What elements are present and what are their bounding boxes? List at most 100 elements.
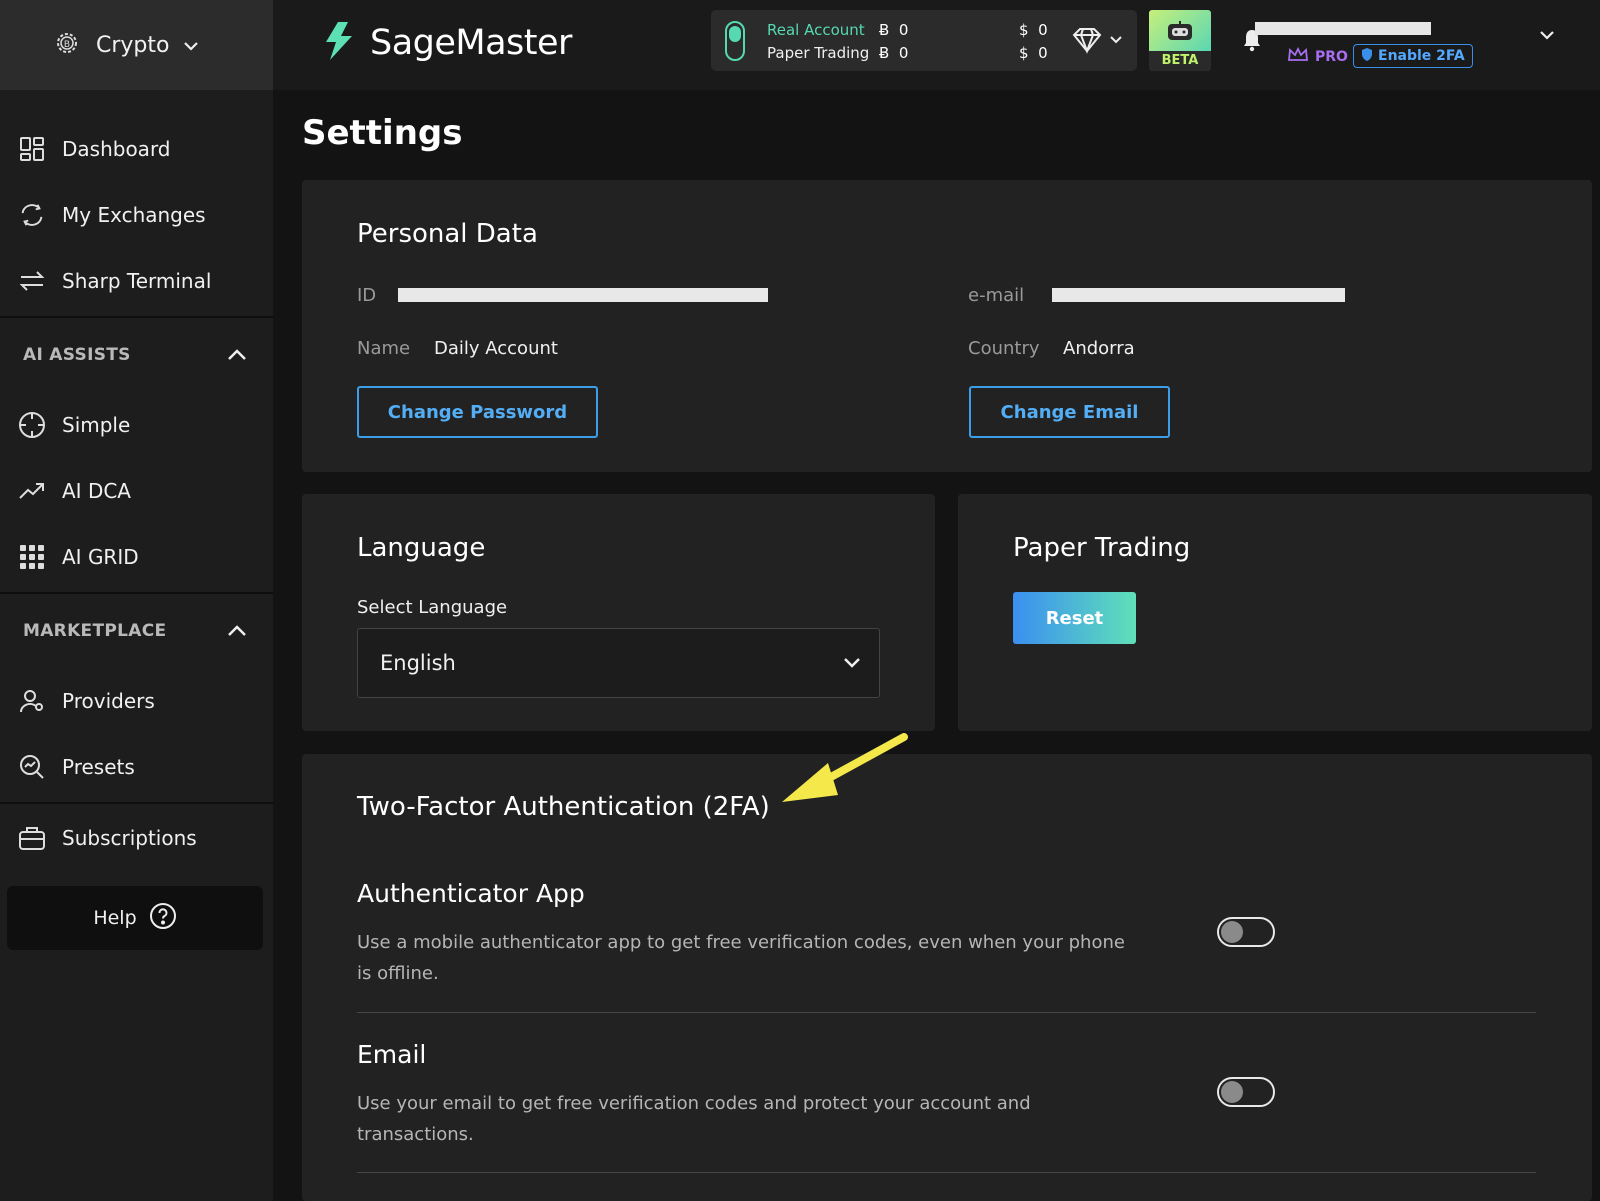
country-value: Andorra bbox=[1063, 338, 1135, 359]
toggle-knob bbox=[1221, 921, 1243, 943]
personal-data-title: Personal Data bbox=[357, 219, 538, 249]
sidebar-item-label: Simple bbox=[62, 413, 131, 437]
option-divider bbox=[357, 1172, 1536, 1173]
bitcoin-gear-icon: B bbox=[52, 28, 82, 62]
authenticator-app-toggle[interactable] bbox=[1217, 917, 1275, 947]
help-label: Help bbox=[93, 907, 137, 929]
authenticator-app-title: Authenticator App bbox=[357, 879, 585, 908]
diamond-icon bbox=[1072, 28, 1102, 54]
shield-icon bbox=[1361, 47, 1373, 66]
paper-trading-label: Paper Trading bbox=[767, 44, 870, 62]
sidebar-item-providers[interactable]: Providers bbox=[0, 668, 273, 734]
brand-name: SageMaster bbox=[370, 23, 572, 63]
chevron-down-icon bbox=[183, 36, 199, 55]
sidebar-item-label: AI DCA bbox=[62, 479, 131, 503]
language-select[interactable]: English bbox=[357, 628, 880, 698]
brand-logo[interactable]: SageMaster bbox=[318, 20, 572, 66]
briefcase-icon bbox=[18, 824, 46, 852]
crosshair-icon bbox=[18, 411, 46, 439]
select-language-label: Select Language bbox=[357, 597, 508, 618]
change-email-button[interactable]: Change Email bbox=[969, 386, 1170, 438]
sidebar-item-ai-dca[interactable]: AI DCA bbox=[0, 458, 273, 524]
transfer-arrows-icon bbox=[18, 267, 46, 295]
robot-icon bbox=[1149, 10, 1211, 51]
question-circle-icon bbox=[149, 902, 177, 934]
enable-2fa-label: Enable 2FA bbox=[1378, 48, 1465, 64]
sidebar-item-my-exchanges[interactable]: My Exchanges bbox=[0, 182, 273, 248]
redacted-username bbox=[1255, 22, 1431, 35]
sidebar: B Crypto Dashboard My Exchanges Sharp Te… bbox=[0, 0, 273, 1201]
account-toggle-icon[interactable] bbox=[725, 21, 745, 61]
sidebar-item-subscriptions[interactable]: Subscriptions bbox=[0, 804, 273, 872]
trend-up-icon bbox=[18, 477, 46, 505]
paper-trading-btc: Ƀ 0 bbox=[879, 44, 909, 62]
sidebar-item-label: Sharp Terminal bbox=[62, 269, 212, 293]
section-ai-assists[interactable]: AI ASSISTS bbox=[0, 318, 273, 392]
option-divider bbox=[357, 1012, 1536, 1013]
redacted-id bbox=[398, 288, 768, 302]
real-account-row: Real Account Ƀ 0 $ 0 bbox=[767, 21, 1048, 39]
pro-label: PRO bbox=[1315, 49, 1348, 65]
lightning-logo-icon bbox=[318, 20, 358, 66]
top-bar: SageMaster Real Account Ƀ 0 $ 0 Paper Tr… bbox=[273, 0, 1600, 90]
paper-trading-title: Paper Trading bbox=[1013, 533, 1191, 563]
exchange-icon bbox=[18, 201, 46, 229]
section-title: MARKETPLACE bbox=[23, 621, 167, 641]
market-label: Crypto bbox=[96, 32, 170, 58]
plan-dropdown[interactable] bbox=[1071, 26, 1127, 60]
chevron-up-icon bbox=[227, 346, 247, 365]
sidebar-item-label: Dashboard bbox=[62, 137, 171, 161]
email-2fa-title: Email bbox=[357, 1040, 427, 1069]
section-title: AI ASSISTS bbox=[23, 345, 131, 365]
market-switcher[interactable]: B Crypto bbox=[0, 0, 273, 90]
page-title: Settings bbox=[302, 113, 463, 153]
real-account-btc: Ƀ 0 bbox=[879, 21, 909, 39]
grid-icon bbox=[18, 135, 46, 163]
enable-2fa-button[interactable]: Enable 2FA bbox=[1353, 44, 1473, 68]
sidebar-item-sharp-terminal[interactable]: Sharp Terminal bbox=[0, 248, 273, 314]
paper-trading-row: Paper Trading Ƀ 0 $ 0 bbox=[767, 44, 1048, 62]
name-label: Name bbox=[357, 338, 411, 359]
language-selected-value: English bbox=[380, 651, 456, 675]
search-chart-icon bbox=[18, 753, 46, 781]
pro-badge: PRO bbox=[1287, 46, 1348, 67]
sidebar-item-label: My Exchanges bbox=[62, 203, 206, 227]
chevron-up-icon bbox=[227, 622, 247, 641]
section-marketplace[interactable]: MARKETPLACE bbox=[0, 594, 273, 668]
sidebar-item-simple[interactable]: Simple bbox=[0, 392, 273, 458]
paper-trading-usd: $ 0 bbox=[1019, 44, 1048, 62]
country-label: Country bbox=[968, 338, 1040, 359]
reset-button[interactable]: Reset bbox=[1013, 592, 1136, 644]
help-button[interactable]: Help bbox=[7, 886, 263, 950]
sidebar-item-presets[interactable]: Presets bbox=[0, 734, 273, 800]
chevron-down-icon bbox=[843, 654, 861, 673]
language-title: Language bbox=[357, 533, 486, 563]
sidebar-item-label: Subscriptions bbox=[62, 826, 197, 850]
sidebar-item-label: Providers bbox=[62, 689, 155, 713]
user-icon bbox=[18, 687, 46, 715]
beta-bot-button[interactable]: BETA bbox=[1149, 10, 1211, 71]
redacted-email bbox=[1052, 288, 1345, 302]
real-account-usd: $ 0 bbox=[1019, 21, 1048, 39]
change-password-button[interactable]: Change Password bbox=[357, 386, 598, 438]
sidebar-item-label: Presets bbox=[62, 755, 135, 779]
email-label: e-mail bbox=[968, 285, 1025, 306]
id-label: ID bbox=[357, 285, 377, 306]
sidebar-item-label: AI GRID bbox=[62, 545, 139, 569]
crown-icon bbox=[1287, 46, 1309, 67]
annotation-arrow-icon bbox=[782, 733, 908, 802]
dots-grid-icon bbox=[18, 543, 46, 571]
chevron-down-icon bbox=[1110, 36, 1122, 44]
account-balance-panel[interactable]: Real Account Ƀ 0 $ 0 Paper Trading Ƀ 0 $… bbox=[711, 10, 1137, 71]
sidebar-item-dashboard[interactable]: Dashboard bbox=[0, 116, 273, 182]
email-2fa-toggle[interactable] bbox=[1217, 1077, 1275, 1107]
real-account-label: Real Account bbox=[767, 21, 865, 39]
beta-label: BETA bbox=[1149, 51, 1211, 71]
sidebar-item-ai-grid[interactable]: AI GRID bbox=[0, 524, 273, 590]
svg-text:B: B bbox=[64, 40, 70, 50]
authenticator-app-description: Use a mobile authenticator app to get fr… bbox=[357, 932, 1125, 984]
toggle-knob bbox=[1221, 1081, 1243, 1103]
name-value: Daily Account bbox=[434, 338, 558, 359]
user-menu-chevron-icon[interactable] bbox=[1539, 25, 1555, 44]
two-factor-title: Two-Factor Authentication (2FA) bbox=[357, 792, 770, 822]
